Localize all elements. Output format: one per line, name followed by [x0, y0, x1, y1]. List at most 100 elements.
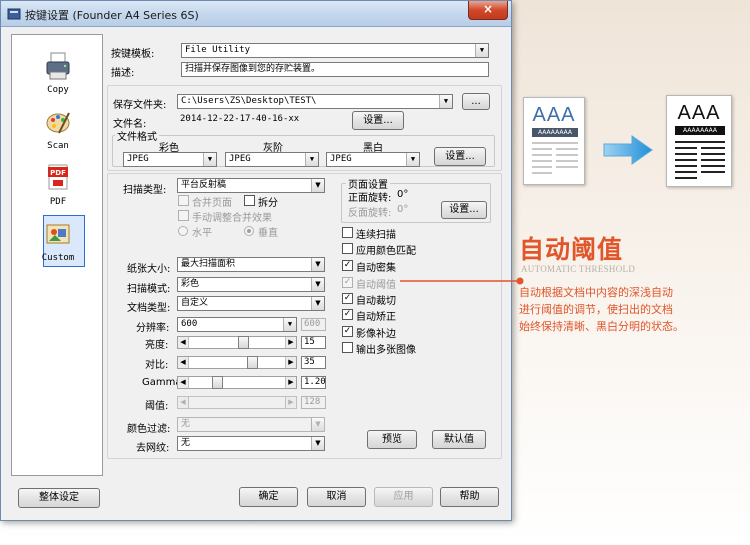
function-pdf-label: PDF — [49, 197, 67, 207]
text-line — [556, 166, 578, 168]
format-color-value: JPEG — [127, 154, 149, 164]
function-scan[interactable]: Scan — [12, 105, 104, 155]
color-dropout-select[interactable]: 无 ▼ — [177, 417, 325, 432]
filename-settings-button[interactable]: 设置... — [352, 111, 404, 130]
format-gray-select[interactable]: JPEG ▼ — [225, 152, 319, 167]
function-custom[interactable]: Custom — [12, 215, 104, 267]
scan-type-value: 平台反射稿 — [181, 180, 227, 190]
arrow-right-icon[interactable]: ▶ — [285, 377, 296, 388]
descreen-select[interactable]: 无 ▼ — [177, 436, 325, 451]
text-line — [675, 153, 697, 155]
template-label: 按键模板: — [111, 49, 155, 60]
resolution-custom-field[interactable]: 600 — [301, 318, 326, 331]
help-button[interactable]: 帮助 — [440, 487, 499, 507]
document-after: AAA AAAAAAAA — [666, 95, 732, 187]
arrow-right-icon[interactable]: ▶ — [285, 337, 296, 348]
format-bw-select[interactable]: JPEG ▼ — [326, 152, 420, 167]
brightness-slider[interactable]: ◀ ▶ — [177, 336, 297, 349]
resolution-select[interactable]: 600 ▼ — [177, 317, 297, 332]
horizontal-label: 水平 — [192, 228, 212, 239]
edge-fill-label: 影像补边 — [356, 329, 396, 340]
multi-image-label: 输出多张图像 — [356, 345, 416, 356]
format-settings-button[interactable]: 设置... — [434, 147, 486, 166]
page-setup-settings-button[interactable]: 设置... — [441, 201, 487, 219]
arrow-right-icon[interactable]: ▶ — [285, 397, 296, 408]
threshold-slider[interactable]: ◀ ▶ — [177, 396, 297, 409]
descreen-value: 无 — [181, 438, 191, 448]
manual-merge-label: 手动调整合并效果 — [192, 213, 272, 224]
template-select[interactable]: File Utility ▼ — [181, 43, 489, 58]
cancel-button[interactable]: 取消 — [307, 487, 366, 507]
doc-type-select[interactable]: 自定义 ▼ — [177, 296, 325, 311]
after-doc-bar: AAAAAAAA — [675, 126, 725, 135]
function-copy[interactable]: Copy — [12, 49, 104, 99]
auto-deskew-checkbox[interactable]: ✓ — [342, 309, 353, 320]
gamma-slider[interactable]: ◀ ▶ — [177, 376, 297, 389]
resolution-label: 分辨率: — [136, 323, 170, 334]
chevron-down-icon: ▼ — [283, 318, 296, 331]
apply-button[interactable]: 应用 — [374, 487, 433, 507]
arrow-left-icon[interactable]: ◀ — [178, 357, 189, 368]
continuous-scan-label: 连续扫描 — [356, 230, 396, 241]
multi-image-checkbox[interactable] — [342, 342, 353, 353]
preview-button[interactable]: 预览 — [367, 430, 417, 449]
arrow-left-icon[interactable]: ◀ — [178, 337, 189, 348]
gamma-field[interactable]: 1.20 — [301, 376, 326, 389]
global-settings-button[interactable]: 整体设定 — [18, 488, 100, 508]
arrow-left-icon[interactable]: ◀ — [178, 377, 189, 388]
color-match-checkbox[interactable] — [342, 243, 353, 254]
contrast-thumb[interactable] — [247, 356, 258, 369]
save-folder-select[interactable]: C:\Users\ZS\Desktop\TEST\ ▼ — [177, 94, 453, 109]
svg-text:PDF: PDF — [50, 169, 66, 177]
brightness-label: 亮度: — [145, 340, 169, 351]
palette-icon — [46, 112, 70, 134]
text-line — [675, 177, 697, 179]
doc-type-label: 文档类型: — [127, 303, 171, 314]
continuous-scan-checkbox[interactable] — [342, 227, 353, 238]
filename-field[interactable]: 2014-12-22-17-40-16-xx — [177, 113, 347, 128]
scan-mode-select[interactable]: 彩色 ▼ — [177, 277, 325, 292]
contrast-slider[interactable]: ◀ ▶ — [177, 356, 297, 369]
merge-pages-checkbox[interactable] — [178, 195, 189, 206]
threshold-field[interactable]: 128 — [301, 396, 326, 409]
manual-merge-checkbox[interactable] — [178, 210, 189, 221]
brightness-field[interactable]: 15 — [301, 336, 326, 349]
contrast-label: 对比: — [145, 360, 169, 371]
scan-type-label: 扫描类型: — [123, 185, 167, 196]
text-line — [675, 171, 697, 173]
split-checkbox[interactable] — [244, 195, 255, 206]
function-pdf[interactable]: PDF PDF — [12, 161, 104, 211]
color-dropout-value: 无 — [181, 419, 191, 429]
scan-type-select[interactable]: 平台反射稿 ▼ — [177, 178, 325, 193]
ok-button[interactable]: 确定 — [239, 487, 298, 507]
text-line — [532, 160, 552, 162]
edge-fill-checkbox[interactable]: ✓ — [342, 326, 353, 337]
paper-size-select[interactable]: 最大扫描面积 ▼ — [177, 257, 325, 272]
format-color-select[interactable]: JPEG ▼ — [123, 152, 217, 167]
save-folder-value: C:\Users\ZS\Desktop\TEST\ — [181, 96, 317, 106]
threshold-label: 阈值: — [145, 401, 169, 412]
chevron-down-icon: ▼ — [311, 437, 324, 450]
gamma-thumb[interactable] — [212, 376, 223, 389]
horizontal-radio[interactable] — [178, 226, 188, 236]
title-bar[interactable]: 按键设置 (Founder A4 Series 6S) × — [1, 1, 511, 27]
arrow-left-icon[interactable]: ◀ — [178, 397, 189, 408]
browse-button[interactable]: ... — [462, 93, 490, 110]
default-button[interactable]: 默认值 — [432, 430, 486, 449]
auto-crop-checkbox[interactable]: ✓ — [342, 293, 353, 304]
contrast-field[interactable]: 35 — [301, 356, 326, 369]
function-copy-label: Copy — [47, 85, 69, 95]
function-custom-label: Custom — [41, 253, 75, 263]
vertical-radio[interactable] — [244, 226, 254, 236]
description-field[interactable]: 扫描并保存图像到您的存贮装置。 — [181, 62, 489, 77]
auto-density-checkbox[interactable]: ✓ — [342, 260, 353, 271]
chevron-down-icon: ▼ — [311, 278, 324, 291]
chevron-down-icon: ▼ — [311, 258, 324, 271]
close-button[interactable]: × — [468, 1, 508, 20]
chevron-down-icon: ▼ — [439, 95, 452, 108]
auto-threshold-checkbox[interactable]: ✓ — [342, 277, 353, 288]
arrow-right-icon[interactable]: ▶ — [285, 357, 296, 368]
function-panel: Copy Scan PDF PDF Custom — [11, 34, 103, 476]
text-line — [701, 165, 725, 167]
brightness-thumb[interactable] — [238, 336, 249, 349]
